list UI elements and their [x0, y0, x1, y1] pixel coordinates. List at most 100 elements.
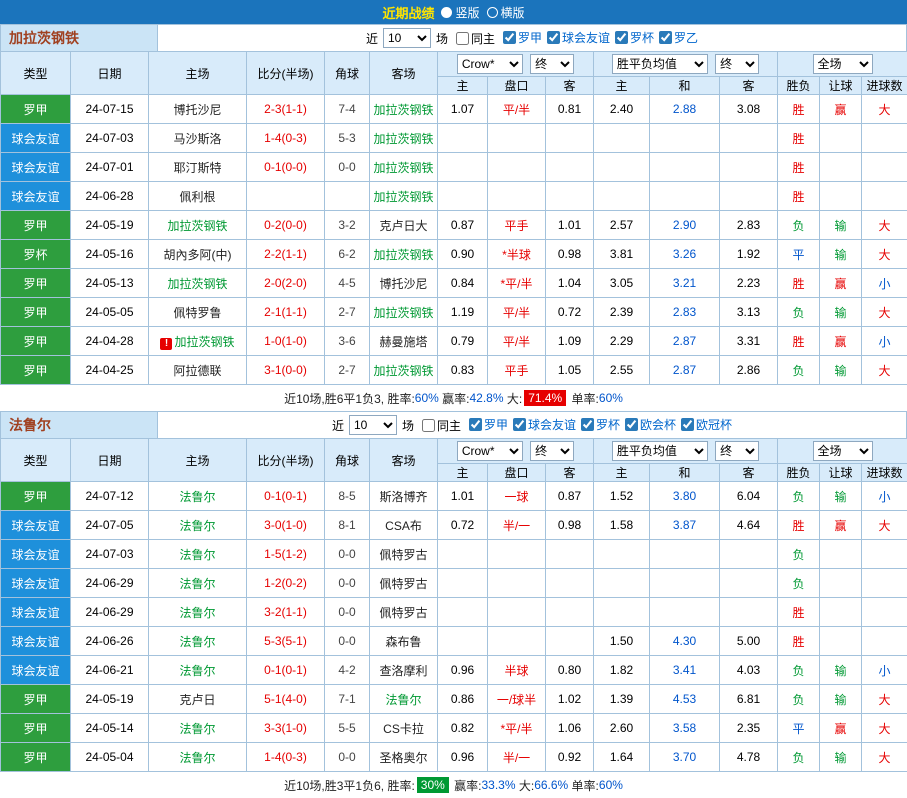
league-filter-球会友谊[interactable]: 球会友谊 — [542, 29, 610, 46]
league-filter-罗甲[interactable]: 罗甲 — [498, 29, 542, 46]
home-team[interactable]: 胡內多阿(中) — [149, 240, 247, 269]
avg-home-odds: 1.58 — [594, 511, 650, 540]
home-team[interactable]: 法鲁尔 — [149, 511, 247, 540]
competition-type: 球会友谊 — [1, 153, 71, 182]
avg-draw-odds: 3.21 — [650, 269, 720, 298]
footer-stat: 大: — [516, 777, 535, 794]
home-team[interactable]: 马沙斯洛 — [149, 124, 247, 153]
footer-stat: 近10场,胜3平1负6, — [284, 777, 387, 794]
home-team[interactable]: 法鲁尔 — [149, 598, 247, 627]
away-team[interactable]: 克卢日大 — [370, 211, 438, 240]
league-filter-罗杯[interactable]: 罗杯 — [576, 416, 620, 433]
competition-type: 罗杯 — [1, 240, 71, 269]
home-team[interactable]: 克卢日 — [149, 685, 247, 714]
recent-count-select[interactable]: 10 — [349, 415, 397, 435]
away-team[interactable]: 查洛摩利 — [370, 656, 438, 685]
home-team[interactable]: 法鲁尔 — [149, 482, 247, 511]
league-filter-欧冠杯[interactable]: 欧冠杯 — [676, 416, 732, 433]
away-team[interactable]: 森布鲁 — [370, 627, 438, 656]
away-team[interactable]: 加拉茨钢铁 — [370, 356, 438, 385]
league-checkbox[interactable] — [469, 418, 482, 431]
match-date: 24-07-01 — [71, 153, 149, 182]
home-team[interactable]: 阿拉德联 — [149, 356, 247, 385]
home-team[interactable]: 法鲁尔 — [149, 743, 247, 772]
league-filter-罗乙[interactable]: 罗乙 — [654, 29, 698, 46]
scope-select[interactable]: 全场 — [813, 441, 873, 461]
layout-option-horizontal[interactable]: 横版 — [487, 4, 525, 21]
odds-source-select[interactable]: Crow* — [457, 441, 523, 461]
home-team[interactable]: 佩特罗鲁 — [149, 298, 247, 327]
league-checkbox[interactable] — [581, 418, 594, 431]
odds-source-select[interactable]: Crow* — [457, 54, 523, 74]
away-team[interactable]: 博托沙尼 — [370, 269, 438, 298]
recent-count-select[interactable]: 10 — [383, 28, 431, 48]
odds-final-select[interactable]: 终 — [530, 441, 574, 461]
home-team[interactable]: 耶汀斯特 — [149, 153, 247, 182]
avg-home-odds: 2.55 — [594, 356, 650, 385]
col-header-away: 客场 — [370, 52, 438, 95]
league-filter-球会友谊[interactable]: 球会友谊 — [508, 416, 576, 433]
league-checkbox[interactable] — [513, 418, 526, 431]
match-date: 24-05-14 — [71, 714, 149, 743]
home-team[interactable]: 法鲁尔 — [149, 714, 247, 743]
home-team[interactable]: 法鲁尔 — [149, 569, 247, 598]
avg-final-select[interactable]: 终 — [715, 441, 759, 461]
home-team[interactable]: 法鲁尔 — [149, 627, 247, 656]
avg-away-odds — [720, 124, 778, 153]
same-venue-checkbox[interactable] — [456, 32, 469, 45]
handicap-home-odds: 1.07 — [438, 95, 488, 124]
home-team[interactable]: 法鲁尔 — [149, 656, 247, 685]
same-venue-filter[interactable]: 同主 — [451, 30, 495, 47]
away-team[interactable]: 加拉茨钢铁 — [370, 95, 438, 124]
competition-type: 球会友谊 — [1, 627, 71, 656]
away-team[interactable]: CS卡拉 — [370, 714, 438, 743]
match-score: 3-3(1-0) — [247, 714, 325, 743]
near-label: 近 — [366, 30, 378, 47]
away-team[interactable]: 加拉茨钢铁 — [370, 182, 438, 211]
home-team[interactable]: 加拉茨钢铁 — [149, 211, 247, 240]
league-checkbox[interactable] — [547, 31, 560, 44]
odds-final-select[interactable]: 终 — [530, 54, 574, 74]
handicap-away-odds: 1.04 — [546, 269, 594, 298]
home-team[interactable]: 加拉茨钢铁 — [149, 269, 247, 298]
layout-option-vertical[interactable]: 竖版 — [441, 4, 479, 21]
home-team[interactable]: 博托沙尼 — [149, 95, 247, 124]
away-team[interactable]: 佩特罗古 — [370, 598, 438, 627]
away-team[interactable]: 斯洛博齐 — [370, 482, 438, 511]
away-team[interactable]: 佩特罗古 — [370, 540, 438, 569]
avg-home-odds — [594, 153, 650, 182]
league-filter-罗甲[interactable]: 罗甲 — [464, 416, 508, 433]
avg-away-odds: 3.31 — [720, 327, 778, 356]
away-team[interactable]: CSA布 — [370, 511, 438, 540]
away-team[interactable]: 圣格奥尔 — [370, 743, 438, 772]
away-team[interactable]: 赫曼施塔 — [370, 327, 438, 356]
avg-final-select[interactable]: 终 — [715, 54, 759, 74]
league-checkbox[interactable] — [503, 31, 516, 44]
away-team[interactable]: 加拉茨钢铁 — [370, 240, 438, 269]
league-checkbox[interactable] — [615, 31, 628, 44]
home-team[interactable]: 法鲁尔 — [149, 540, 247, 569]
league-checkbox[interactable] — [681, 418, 694, 431]
league-checkbox[interactable] — [625, 418, 638, 431]
handicap-line: 半/一 — [488, 511, 546, 540]
same-venue-filter[interactable]: 同主 — [417, 417, 461, 434]
league-filter-罗杯[interactable]: 罗杯 — [610, 29, 654, 46]
league-filter-欧会杯[interactable]: 欧会杯 — [620, 416, 676, 433]
avg-source-select[interactable]: 胜平负均值 — [612, 441, 708, 461]
scope-select[interactable]: 全场 — [813, 54, 873, 74]
away-team[interactable]: 加拉茨钢铁 — [370, 124, 438, 153]
away-team[interactable]: 佩特罗古 — [370, 569, 438, 598]
away-team[interactable]: 加拉茨钢铁 — [370, 298, 438, 327]
home-team[interactable]: !加拉茨钢铁 — [149, 327, 247, 356]
away-team[interactable]: 法鲁尔 — [370, 685, 438, 714]
home-team[interactable]: 佩利根 — [149, 182, 247, 211]
footer-stat: 单率: — [568, 390, 599, 407]
avg-home-odds: 2.39 — [594, 298, 650, 327]
same-venue-checkbox[interactable] — [422, 419, 435, 432]
match-score: 0-1(0-1) — [247, 482, 325, 511]
handicap-home-odds: 0.86 — [438, 685, 488, 714]
away-team[interactable]: 加拉茨钢铁 — [370, 153, 438, 182]
league-checkbox[interactable] — [659, 31, 672, 44]
handicap-line — [488, 598, 546, 627]
avg-source-select[interactable]: 胜平负均值 — [612, 54, 708, 74]
